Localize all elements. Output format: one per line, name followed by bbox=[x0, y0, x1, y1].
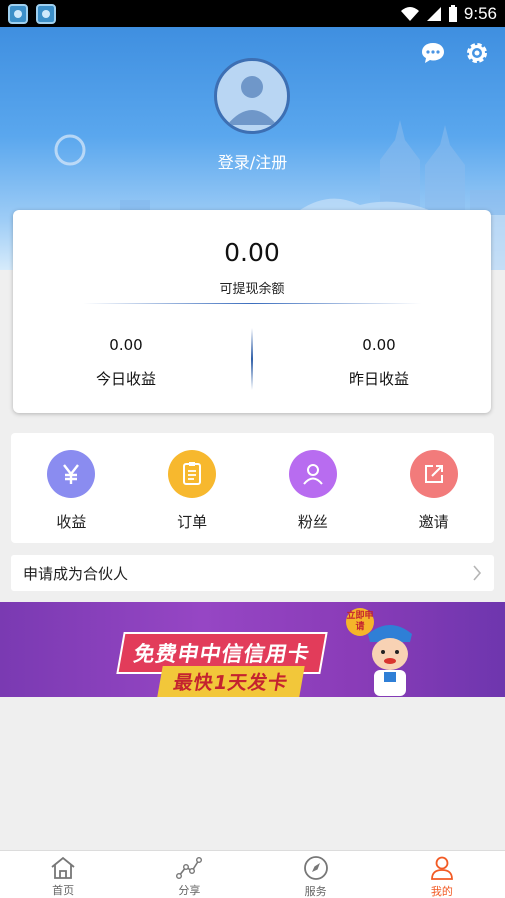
menu-label: 收益 bbox=[56, 513, 87, 531]
nav-services[interactable]: 服务 bbox=[253, 851, 379, 898]
menu-item-earnings[interactable]: 收益 bbox=[11, 433, 132, 543]
app-icon bbox=[8, 3, 28, 24]
nav-label: 分享 bbox=[178, 884, 201, 897]
avatar[interactable] bbox=[214, 58, 290, 134]
share-graph-icon bbox=[176, 855, 203, 880]
today-earnings[interactable]: 0.00 今日收益 bbox=[26, 336, 226, 389]
yen-icon bbox=[47, 450, 96, 498]
yesterday-earnings-label: 昨日收益 bbox=[348, 370, 409, 388]
compass-icon bbox=[303, 855, 329, 881]
quick-menu: 收益 订单 粉丝 邀请 bbox=[11, 433, 494, 543]
nav-share[interactable]: 分享 bbox=[126, 851, 252, 898]
menu-label: 粉丝 bbox=[297, 513, 328, 531]
nav-home[interactable]: 首页 bbox=[0, 851, 126, 898]
menu-item-invite[interactable]: 邀请 bbox=[373, 433, 494, 543]
apply-partner-row[interactable]: 申请成为合伙人 bbox=[11, 555, 494, 591]
clock: 9:56 bbox=[463, 3, 497, 23]
default-avatar-icon bbox=[227, 76, 277, 125]
nav-mine[interactable]: 我的 bbox=[379, 851, 505, 898]
yesterday-earnings-value: 0.00 bbox=[362, 336, 396, 354]
divider bbox=[83, 303, 421, 304]
person-icon bbox=[429, 855, 455, 881]
clipboard-icon bbox=[168, 450, 217, 498]
app-icon bbox=[36, 3, 56, 24]
menu-label: 订单 bbox=[177, 513, 208, 531]
share-icon bbox=[409, 450, 458, 498]
message-button[interactable] bbox=[419, 39, 447, 67]
withdrawable-balance-value: 0.00 bbox=[224, 238, 280, 267]
apply-partner-label: 申请成为合伙人 bbox=[23, 564, 129, 583]
divider bbox=[251, 328, 253, 390]
credit-card-promo-banner[interactable]: 免费申中信信用卡 最快1天发卡 立即申请 bbox=[0, 602, 505, 697]
wifi-icon bbox=[400, 6, 419, 21]
today-earnings-label: 今日收益 bbox=[95, 370, 156, 388]
battery-icon bbox=[448, 4, 457, 22]
chat-bubble-icon bbox=[422, 43, 444, 63]
yesterday-earnings[interactable]: 0.00 昨日收益 bbox=[279, 336, 479, 389]
login-register-link[interactable]: 登录/注册 bbox=[0, 149, 505, 173]
mascot-illustration bbox=[368, 625, 412, 696]
today-earnings-value: 0.00 bbox=[109, 336, 143, 354]
nav-label: 我的 bbox=[430, 885, 453, 898]
nav-label: 首页 bbox=[52, 884, 75, 897]
banner-subheadline: 最快1天发卡 bbox=[157, 666, 305, 697]
gear-icon bbox=[467, 43, 487, 63]
bottom-navigation: 首页 分享 服务 我的 bbox=[0, 850, 505, 898]
nav-label: 服务 bbox=[304, 885, 327, 898]
settings-button[interactable] bbox=[463, 39, 491, 67]
signal-icon bbox=[426, 6, 441, 21]
withdrawable-balance-label: 可提现余额 bbox=[219, 282, 285, 297]
menu-label: 邀请 bbox=[418, 513, 449, 531]
status-bar: 9:56 bbox=[0, 0, 505, 27]
balance-card: 0.00 可提现余额 0.00 今日收益 0.00 昨日收益 bbox=[13, 210, 491, 413]
chevron-right-icon bbox=[473, 565, 482, 581]
home-icon bbox=[50, 855, 76, 880]
menu-item-orders[interactable]: 订单 bbox=[132, 433, 253, 543]
menu-item-fans[interactable]: 粉丝 bbox=[253, 433, 374, 543]
user-icon bbox=[288, 450, 337, 498]
